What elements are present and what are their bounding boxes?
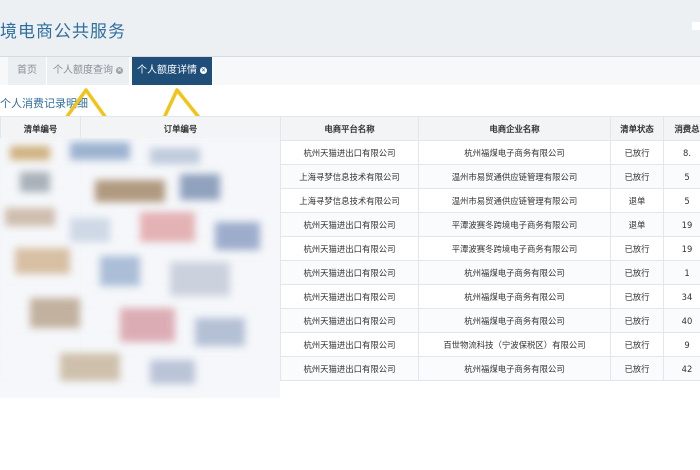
column-header-list-no[interactable]: 清单编号	[0, 116, 81, 141]
column-header-platform[interactable]: 电商平台名称	[280, 116, 419, 141]
close-icon[interactable]: ✕	[116, 67, 123, 74]
cell-amount: 42	[663, 356, 700, 381]
column-header-status[interactable]: 清单状态	[610, 116, 664, 141]
tab-bar: 首页 个人额度查询 ✕ 个人额度详情 ✕	[0, 57, 700, 85]
cell-enterprise: 平潭波赛冬跨境电子商务有限公司	[418, 212, 611, 237]
column-header-enterprise[interactable]: 电商企业名称	[418, 116, 611, 141]
tab-label: 个人额度详情	[137, 65, 197, 76]
cell-status: 已放行	[610, 260, 664, 285]
cell-platform: 杭州天猫进出口有限公司	[280, 140, 419, 165]
cell-amount: 40	[663, 308, 700, 333]
window-control-icon[interactable]	[692, 22, 700, 30]
cell-status: 已放行	[610, 140, 664, 165]
cell-platform: 杭州天猫进出口有限公司	[280, 260, 419, 285]
cell-amount: 34	[663, 284, 700, 309]
cell-platform: 杭州天猫进出口有限公司	[280, 236, 419, 261]
tab-label: 个人额度查询	[53, 65, 113, 76]
cell-enterprise: 杭州福煤电子商务有限公司	[418, 260, 611, 285]
cell-platform: 杭州天猫进出口有限公司	[280, 212, 419, 237]
cell-enterprise: 百世物流科技（宁波保税区）有限公司	[418, 332, 611, 357]
cell-amount: 5	[663, 188, 700, 213]
cell-enterprise: 杭州福煤电子商务有限公司	[418, 356, 611, 381]
cell-status: 已放行	[610, 332, 664, 357]
cell-enterprise: 杭州福煤电子商务有限公司	[418, 140, 611, 165]
tab-quota-detail[interactable]: 个人额度详情 ✕	[132, 57, 213, 85]
redaction-mosaic	[0, 138, 280, 398]
cell-amount: 19	[663, 212, 700, 237]
tab-label: 首页	[17, 65, 37, 76]
cell-status: 已放行	[610, 308, 664, 333]
cell-enterprise: 杭州福煤电子商务有限公司	[418, 308, 611, 333]
table-header-row: 清单编号 订单编号 电商平台名称 电商企业名称 清单状态 消费总	[0, 116, 700, 141]
column-header-order-no[interactable]: 订单编号	[80, 116, 281, 141]
cell-platform: 杭州天猫进出口有限公司	[280, 308, 419, 333]
cell-status: 已放行	[610, 356, 664, 381]
cell-platform: 杭州天猫进出口有限公司	[280, 356, 419, 381]
cell-status: 已放行	[610, 236, 664, 261]
cell-amount: 5	[663, 164, 700, 189]
cell-amount: 1	[663, 260, 700, 285]
cell-platform: 杭州天猫进出口有限公司	[280, 332, 419, 357]
app-header: 境电商公共服务	[0, 0, 700, 57]
app-title: 境电商公共服务	[0, 22, 126, 42]
cell-platform: 杭州天猫进出口有限公司	[280, 284, 419, 309]
tab-quota-query[interactable]: 个人额度查询 ✕	[47, 57, 130, 85]
cell-status: 退单	[610, 212, 664, 237]
cell-platform: 上海寻梦信息技术有限公司	[280, 164, 419, 189]
cell-amount: 9	[663, 332, 700, 357]
cell-status: 已放行	[610, 284, 664, 309]
close-icon[interactable]: ✕	[200, 67, 207, 74]
cell-platform: 上海寻梦信息技术有限公司	[280, 188, 419, 213]
cell-amount: 19	[663, 236, 700, 261]
cell-amount: 8.	[663, 140, 700, 165]
column-header-amount[interactable]: 消费总	[663, 116, 700, 141]
cell-enterprise: 平潭波赛冬跨境电子商务有限公司	[418, 236, 611, 261]
cell-enterprise: 杭州福煤电子商务有限公司	[418, 284, 611, 309]
cell-status: 已放行	[610, 164, 664, 189]
cell-enterprise: 温州市易贸通供应链管理有限公司	[418, 164, 611, 189]
cell-status: 退单	[610, 188, 664, 213]
cell-enterprise: 温州市易贸通供应链管理有限公司	[418, 188, 611, 213]
tab-home[interactable]: 首页	[8, 57, 47, 85]
